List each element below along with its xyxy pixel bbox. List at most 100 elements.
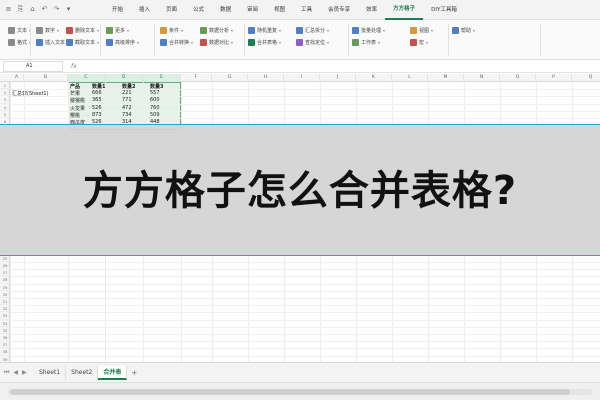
fx-icon[interactable]: fx — [71, 63, 77, 70]
add-sheet-button[interactable]: + — [127, 369, 137, 377]
menu-icon[interactable]: ≡ — [4, 5, 13, 14]
row-header[interactable]: 1 — [0, 82, 10, 90]
column-header-M[interactable]: M — [428, 74, 464, 82]
table-cell[interactable]: 221 — [122, 90, 132, 96]
ribbon-item-20[interactable]: 帮助 ▾ — [452, 26, 475, 35]
sheet-tab-1[interactable]: Sheet2 — [66, 365, 99, 380]
ribbon-item-11[interactable]: 数据对比 ▾ — [200, 38, 233, 47]
ribbon-item-icon — [410, 27, 417, 34]
ribbon-item-15[interactable]: 查找定位 ▾ — [296, 38, 329, 47]
ribbon-item-5[interactable]: 截取文本 ▾ — [66, 38, 99, 47]
formula-bar: A1 fx — [0, 60, 600, 73]
row-header[interactable]: 31 — [0, 298, 10, 306]
tab-1[interactable]: 插入 — [131, 0, 158, 20]
row-header[interactable]: 32 — [0, 305, 10, 313]
ribbon-item-icon — [106, 27, 113, 34]
tab-11[interactable]: DIY工具箱 — [423, 0, 465, 20]
ribbon-item-10[interactable]: 数据分析 ▾ — [200, 26, 233, 35]
column-header-J[interactable]: J — [320, 74, 356, 82]
column-header-G[interactable]: G — [212, 74, 248, 82]
tab-2[interactable]: 页面 — [158, 0, 185, 20]
column-header-I[interactable]: I — [284, 74, 320, 82]
column-header-N[interactable]: N — [464, 74, 500, 82]
column-header-L[interactable]: L — [392, 74, 428, 82]
ribbon-item-14[interactable]: 汇总拆分 ▾ — [296, 26, 329, 35]
prev-sheet-icon[interactable]: ◀ — [13, 369, 18, 377]
tab-5[interactable]: 审阅 — [239, 0, 266, 20]
column-header-A[interactable]: A — [10, 74, 24, 82]
ribbon-item-8[interactable]: 条件 ▾ — [160, 26, 183, 35]
tab-3[interactable]: 公式 — [185, 0, 212, 20]
tab-4[interactable]: 数据 — [212, 0, 239, 20]
column-header-H[interactable]: H — [248, 74, 284, 82]
ribbon-item-12[interactable]: 随机重复 ▾ — [248, 26, 281, 35]
row-header[interactable]: 28 — [0, 276, 10, 284]
ribbon-item-3[interactable]: 插入文本▾ — [36, 38, 69, 47]
table-cell[interactable]: 666 — [92, 90, 102, 96]
sheet-tab-0[interactable]: Sheet1 — [34, 365, 67, 380]
row-header[interactable]: 34 — [0, 320, 10, 327]
ribbon-item-0[interactable]: 文本▾ — [8, 26, 31, 35]
undo-icon[interactable]: ↶ — [40, 5, 49, 14]
ribbon-item-4[interactable]: 删除文本 ▾ — [66, 26, 99, 35]
home-icon[interactable]: ⌂ — [28, 5, 37, 14]
row-header[interactable]: 2 — [0, 89, 10, 97]
ribbon-item-18[interactable]: 视图 ▾ — [410, 26, 433, 35]
row-header[interactable]: 37 — [0, 341, 10, 349]
next-sheet-icon[interactable]: ▶ — [22, 369, 27, 377]
tab-0[interactable]: 开始 — [104, 0, 131, 20]
ribbon-item-2[interactable]: 数字 ▾ — [36, 26, 59, 35]
tab-7[interactable]: 工具 — [293, 0, 320, 20]
ribbon-item-17[interactable]: 工作表 ▾ — [352, 38, 380, 47]
table-cell[interactable]: 760 — [150, 105, 160, 111]
row-header[interactable]: 4 — [0, 104, 10, 111]
table-cell[interactable]: 472 — [122, 105, 132, 111]
tab-9[interactable]: 效率 — [358, 0, 385, 20]
redo-icon[interactable]: ↷ — [52, 5, 61, 14]
chevron-down-icon[interactable]: ▾ — [64, 5, 73, 14]
tab-8[interactable]: 会员专享 — [320, 0, 358, 20]
table-cell[interactable]: 771 — [122, 97, 132, 103]
table-cell[interactable]: 526 — [92, 105, 102, 111]
tab-6[interactable]: 视图 — [266, 0, 293, 20]
table-cell[interactable]: 873 — [92, 112, 102, 118]
table-cell[interactable]: 600 — [150, 97, 160, 103]
tab-10[interactable]: 方方格子 — [385, 0, 424, 20]
row-header[interactable]: 5 — [0, 111, 10, 118]
ribbon-item-1[interactable]: 格式▾ — [8, 38, 31, 47]
ribbon-item-6[interactable]: 更多 ▾ — [106, 26, 129, 35]
column-header-P[interactable]: P — [536, 74, 572, 82]
ribbon-item-16[interactable]: 批量处理 ▾ — [352, 26, 385, 35]
column-header-E[interactable]: E — [143, 74, 181, 82]
row-header[interactable]: 26 — [0, 262, 10, 270]
name-box[interactable]: A1 — [3, 60, 63, 72]
sheet-tab-2[interactable]: 合并表 — [98, 365, 128, 380]
row-header[interactable]: 27 — [0, 269, 10, 277]
ribbon-item-19[interactable]: 宏 ▾ — [410, 38, 428, 47]
column-header-B[interactable]: B — [24, 74, 68, 82]
row-header[interactable]: 30 — [0, 291, 10, 298]
row-header[interactable]: 38 — [0, 348, 10, 356]
first-sheet-icon[interactable]: ⏮ — [4, 369, 9, 377]
horizontal-scrollbar-thumb[interactable] — [10, 389, 570, 395]
ribbon-item-9[interactable]: 合并转换 ▾ — [160, 38, 193, 47]
table-cell[interactable]: 365 — [92, 97, 102, 103]
column-header-Q[interactable]: Q — [572, 74, 600, 82]
column-header-F[interactable]: F — [181, 74, 212, 82]
column-header-C[interactable]: C — [68, 74, 105, 82]
table-cell[interactable]: 557 — [150, 90, 160, 96]
ribbon-item-13[interactable]: 合并表格 ▾ — [248, 38, 281, 47]
row-header[interactable]: 35 — [0, 327, 10, 334]
table-cell[interactable]: 734 — [122, 112, 132, 118]
row-header[interactable]: 33 — [0, 312, 10, 320]
column-header-D[interactable]: D — [105, 74, 143, 82]
save-icon[interactable]: ⎘ — [16, 5, 25, 14]
column-header-O[interactable]: O — [500, 74, 536, 82]
row-header[interactable]: 36 — [0, 334, 10, 342]
column-header-K[interactable]: K — [356, 74, 392, 82]
table-cell[interactable]: 509 — [150, 112, 160, 118]
row-header[interactable]: 29 — [0, 284, 10, 291]
ribbon-item-7[interactable]: 高级排序 ▾ — [106, 38, 139, 47]
row-header[interactable]: 3 — [0, 96, 10, 104]
ribbon-item-label: 合并表格 — [257, 40, 278, 46]
